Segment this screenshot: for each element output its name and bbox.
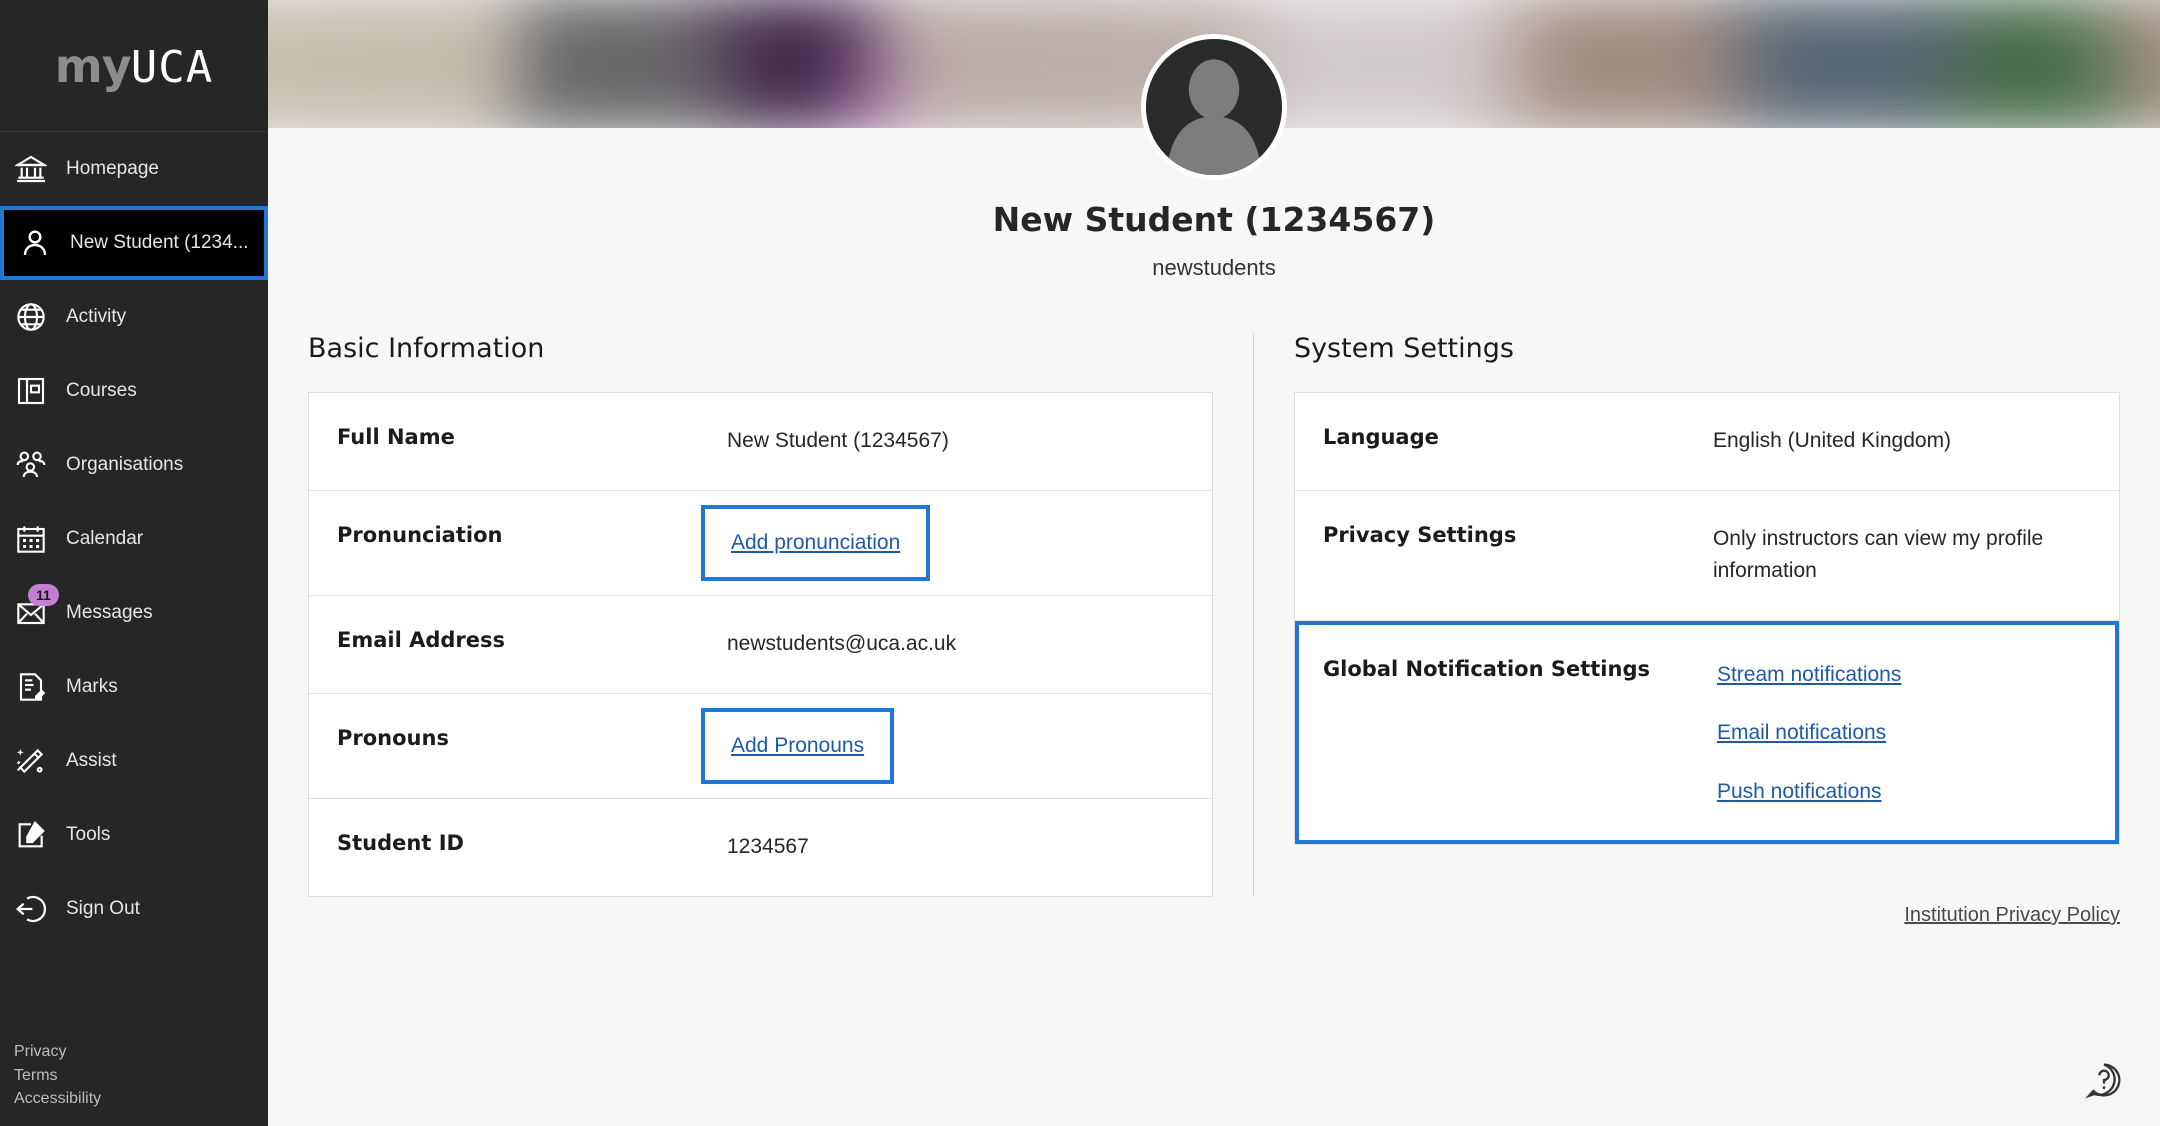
system-settings-section: System Settings Language English (United…: [1294, 333, 2120, 897]
sidebar-item-marks[interactable]: Marks: [0, 650, 268, 724]
bank-icon: [14, 152, 48, 186]
footer-link-accessibility[interactable]: Accessibility: [14, 1087, 268, 1110]
main-content: New Student (1234567) newstudents Basic …: [268, 0, 2160, 1126]
row-value: Add pronunciation: [727, 491, 1212, 596]
institution-privacy-policy-link[interactable]: Institution Privacy Policy: [1904, 904, 2120, 927]
calendar-icon: [14, 522, 48, 556]
person-icon: [18, 226, 52, 260]
people-icon: [14, 448, 48, 482]
profile-header: New Student (1234567) newstudents: [268, 128, 2160, 281]
row-value: Add Pronouns: [727, 694, 1212, 799]
sign-out-icon: [14, 892, 48, 926]
row-label: Global Notification Settings: [1299, 625, 1717, 713]
default-user-avatar-icon: [1146, 39, 1282, 175]
row-label: Privacy Settings: [1295, 491, 1713, 579]
settings-columns: Basic Information Full Name New Student …: [268, 281, 2160, 897]
sidebar-item-label: Homepage: [66, 158, 159, 180]
email-notifications-link[interactable]: Email notifications: [1717, 717, 1886, 750]
sidebar-item-label: Messages: [66, 602, 153, 624]
table-row: Privacy Settings Only instructors can vi…: [1295, 491, 2119, 621]
sidebar-item-assist[interactable]: Assist: [0, 724, 268, 798]
table-row: Student ID 1234567: [309, 799, 1212, 896]
square-pencil-icon: [14, 818, 48, 852]
sidebar-item-label: Courses: [66, 380, 137, 402]
sidebar-item-courses[interactable]: Courses: [0, 354, 268, 428]
row-value: New Student (1234567): [727, 393, 1212, 490]
basic-information-title: Basic Information: [308, 333, 1213, 364]
row-label: Pronunciation: [309, 491, 727, 579]
logo-prefix: my: [55, 39, 131, 93]
table-row: Full Name New Student (1234567): [309, 393, 1212, 491]
add-pronunciation-focus-box: Add pronunciation: [701, 505, 930, 582]
sidebar-item-label: Tools: [66, 824, 110, 846]
sidebar-nav: Homepage New Student (1234...: [0, 132, 268, 1040]
sidebar-item-label: Activity: [66, 306, 126, 328]
push-notifications-link[interactable]: Push notifications: [1717, 776, 1882, 809]
envelope-icon: 11: [14, 596, 48, 630]
row-value: 1234567: [727, 799, 1212, 896]
table-row: Language English (United Kingdom): [1295, 393, 2119, 491]
global-notification-settings-row: Global Notification Settings Stream noti…: [1295, 621, 2119, 845]
footer-link-privacy[interactable]: Privacy: [14, 1040, 268, 1063]
sidebar-item-label: Calendar: [66, 528, 143, 550]
row-value: Only instructors can view my profile inf…: [1713, 491, 2119, 620]
logo-suffix: UCA: [131, 42, 213, 93]
basic-information-table: Full Name New Student (1234567) Pronunci…: [308, 392, 1213, 897]
add-pronouns-link[interactable]: Add Pronouns: [731, 734, 864, 757]
app-logo[interactable]: myUCA: [0, 0, 268, 132]
messages-badge: 11: [28, 584, 59, 606]
row-label: Full Name: [309, 393, 727, 481]
sidebar: myUCA Homepage: [0, 0, 268, 1126]
basic-information-section: Basic Information Full Name New Student …: [308, 333, 1213, 897]
app-root: myUCA Homepage: [0, 0, 2160, 1126]
system-settings-title: System Settings: [1294, 333, 2120, 364]
sidebar-item-label: Organisations: [66, 454, 183, 476]
sidebar-item-calendar[interactable]: Calendar: [0, 502, 268, 576]
sidebar-item-sign-out[interactable]: Sign Out: [0, 872, 268, 946]
sidebar-item-tools[interactable]: Tools: [0, 798, 268, 872]
sidebar-item-messages[interactable]: 11 Messages: [0, 576, 268, 650]
sidebar-item-label: Assist: [66, 750, 117, 772]
row-value: newstudents@uca.ac.uk: [727, 596, 1212, 693]
table-row: Pronouns Add Pronouns: [309, 694, 1212, 800]
globe-icon: [14, 300, 48, 334]
row-value: Stream notifications Email notifications…: [1717, 625, 2115, 841]
table-row: Email Address newstudents@uca.ac.uk: [309, 596, 1212, 694]
row-label: Email Address: [309, 596, 727, 684]
sidebar-item-activity[interactable]: Activity: [0, 280, 268, 354]
sidebar-item-label: Sign Out: [66, 898, 140, 920]
help-chat-icon[interactable]: [2082, 1058, 2126, 1102]
sidebar-item-organisations[interactable]: Organisations: [0, 428, 268, 502]
row-label: Student ID: [309, 799, 727, 887]
row-label: Pronouns: [309, 694, 727, 782]
sidebar-footer: Privacy Terms Accessibility: [0, 1040, 268, 1126]
row-label: Language: [1295, 393, 1713, 481]
system-settings-table: Language English (United Kingdom) Privac…: [1294, 392, 2120, 845]
column-divider: [1253, 333, 1254, 897]
document-edit-icon: [14, 670, 48, 704]
footer-link-terms[interactable]: Terms: [14, 1064, 268, 1087]
row-value: English (United Kingdom): [1713, 393, 2119, 490]
sidebar-item-homepage[interactable]: Homepage: [0, 132, 268, 206]
magic-wand-icon: [14, 744, 48, 778]
add-pronouns-focus-box: Add Pronouns: [701, 708, 894, 785]
sidebar-item-label: Marks: [66, 676, 118, 698]
stream-notifications-link[interactable]: Stream notifications: [1717, 659, 1901, 692]
avatar[interactable]: [1141, 34, 1287, 180]
add-pronunciation-link[interactable]: Add pronunciation: [731, 531, 900, 554]
sidebar-item-profile[interactable]: New Student (1234...: [0, 206, 268, 280]
profile-username: newstudents: [268, 239, 2160, 281]
sidebar-item-label: New Student (1234...: [70, 232, 249, 254]
book-icon: [14, 374, 48, 408]
table-row: Pronunciation Add pronunciation: [309, 491, 1212, 597]
